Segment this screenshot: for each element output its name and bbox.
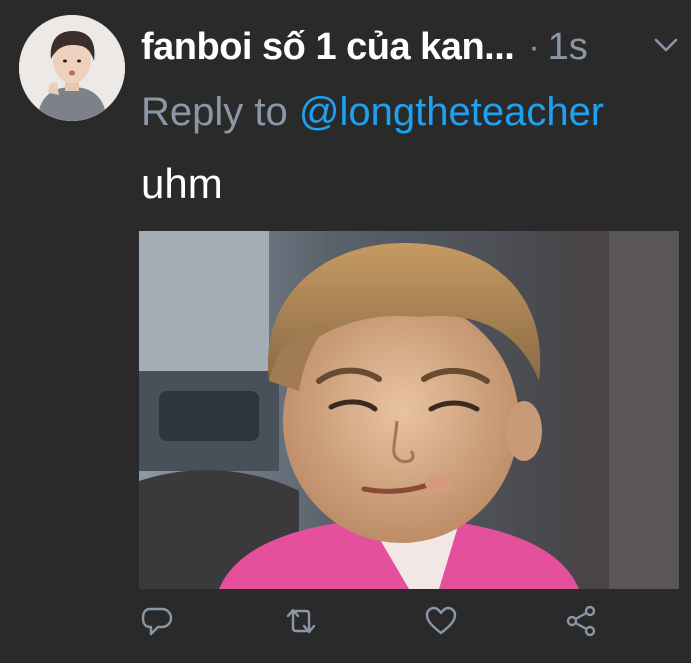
media-photo [139,231,679,589]
reply-icon[interactable] [140,604,174,638]
tweet-text: uhm [141,160,223,207]
avatar-image [19,15,125,121]
timestamp[interactable]: 1s [548,26,588,69]
tweet-header: fanboi số 1 của kan... · 1s [141,22,681,72]
reply-prefix: Reply to [141,90,288,134]
retweet-icon[interactable] [284,604,318,638]
reply-context: Reply to @longtheteacher [141,90,604,135]
heart-icon[interactable] [424,604,458,638]
reply-handle-link[interactable]: @longtheteacher [299,90,604,134]
avatar[interactable] [19,15,125,121]
display-name[interactable]: fanboi số 1 của kan... [141,26,515,69]
share-icon[interactable] [564,604,598,638]
tweet-actions [0,596,691,646]
chevron-down-icon[interactable] [651,30,681,60]
separator-dot: · [528,27,540,66]
tweet-media[interactable] [139,231,679,589]
